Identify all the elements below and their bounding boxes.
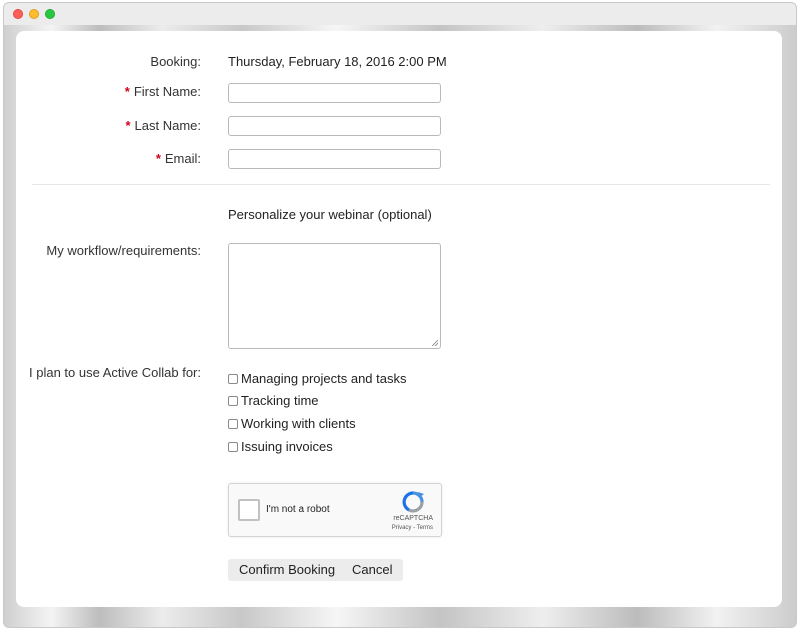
last-name-label: * Last Name:	[125, 118, 201, 133]
recaptcha-logo-icon	[402, 491, 424, 513]
checkbox[interactable]	[228, 441, 238, 452]
booking-form-card: Booking: Thursday, February 18, 2016 2:0…	[16, 31, 782, 607]
confirm-booking-button[interactable]: Confirm Booking	[228, 559, 347, 581]
option-managing-projects[interactable]: Managing projects and tasks	[228, 371, 406, 387]
booking-datetime: Thursday, February 18, 2016 2:00 PM	[228, 54, 447, 69]
required-marker: *	[155, 151, 161, 166]
email-input[interactable]	[228, 149, 441, 169]
captcha-checkbox[interactable]	[238, 499, 260, 521]
close-window-button[interactable]	[13, 9, 23, 19]
booking-label: Booking:	[150, 54, 201, 69]
browser-window: Booking: Thursday, February 18, 2016 2:0…	[3, 2, 797, 628]
resize-grip-icon[interactable]	[432, 340, 438, 346]
first-name-input[interactable]	[228, 83, 441, 103]
option-issuing-invoices[interactable]: Issuing invoices	[228, 439, 333, 455]
first-name-label: * First Name:	[124, 84, 201, 99]
captcha-privacy-terms-links[interactable]: Privacy - Terms	[392, 525, 433, 531]
recaptcha-widget: I'm not a robot reCAPTCHA Privacy - Term…	[228, 483, 442, 537]
zoom-window-button[interactable]	[45, 9, 55, 19]
workflow-label: My workflow/requirements:	[46, 243, 201, 258]
last-name-input[interactable]	[228, 116, 441, 136]
workflow-textarea[interactable]	[228, 243, 441, 349]
checkbox[interactable]	[228, 373, 238, 384]
checkbox[interactable]	[228, 418, 238, 429]
usage-label: I plan to use Active Collab for:	[29, 365, 201, 380]
email-label: * Email:	[155, 151, 201, 166]
captcha-brand: reCAPTCHA	[393, 515, 433, 522]
option-working-with-clients[interactable]: Working with clients	[228, 416, 356, 432]
minimize-window-button[interactable]	[29, 9, 39, 19]
required-marker: *	[124, 84, 130, 99]
personalize-heading: Personalize your webinar (optional)	[228, 207, 432, 222]
section-divider	[32, 184, 770, 185]
required-marker: *	[125, 118, 131, 133]
option-tracking-time[interactable]: Tracking time	[228, 393, 319, 409]
captcha-label: I'm not a robot	[266, 504, 330, 515]
checkbox[interactable]	[228, 395, 238, 406]
title-bar	[4, 3, 796, 25]
cancel-button[interactable]: Cancel	[341, 559, 404, 581]
